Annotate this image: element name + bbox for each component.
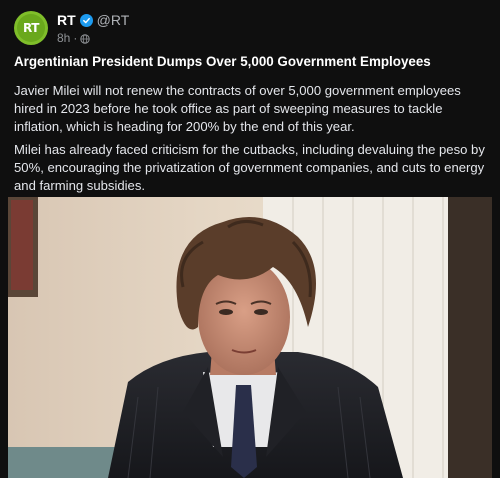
photo-illustration bbox=[8, 197, 492, 478]
post-photo[interactable] bbox=[8, 197, 492, 478]
author-row: RT @RT bbox=[57, 12, 129, 28]
post-title: Argentinian President Dumps Over 5,000 G… bbox=[14, 54, 431, 69]
post-header: RT RT @RT 8h · bbox=[14, 10, 484, 46]
post-time[interactable]: 8h bbox=[57, 31, 70, 45]
verified-badge-icon bbox=[79, 13, 93, 27]
author-handle[interactable]: @RT bbox=[97, 12, 130, 28]
avatar[interactable]: RT bbox=[14, 11, 48, 45]
post-meta: 8h · bbox=[57, 31, 91, 45]
post-paragraph-2: Milei has already faced criticism for th… bbox=[14, 142, 485, 193]
author-name[interactable]: RT bbox=[57, 12, 76, 28]
post-paragraph-1: Javier Milei will not renew the contract… bbox=[14, 83, 461, 134]
meta-separator: · bbox=[73, 31, 78, 45]
post-card: RT RT @RT 8h · Argentinian President Dum… bbox=[0, 0, 500, 478]
avatar-logo: RT bbox=[17, 14, 45, 42]
globe-icon bbox=[80, 33, 91, 44]
